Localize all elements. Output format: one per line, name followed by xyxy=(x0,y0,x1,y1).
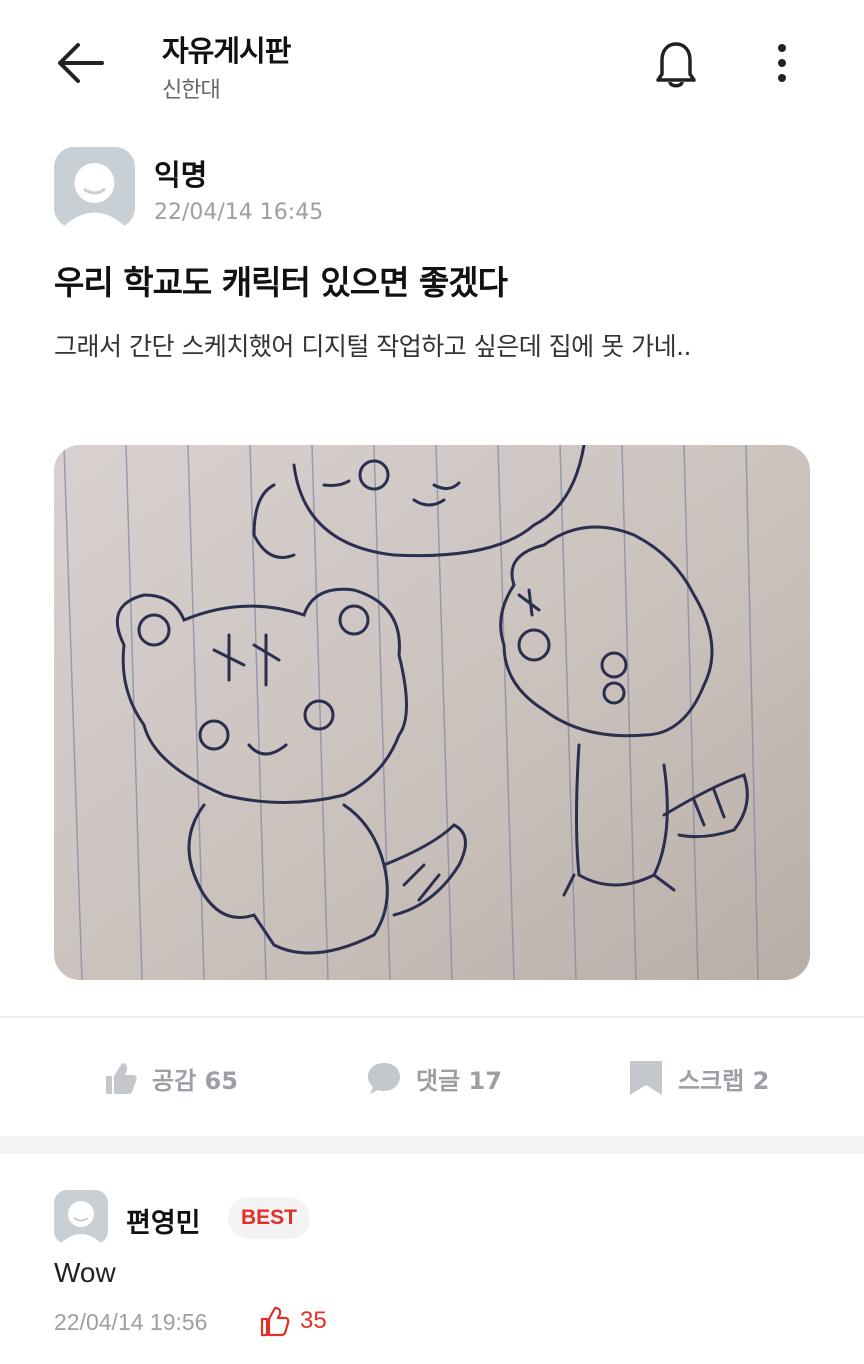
thumbs-up-icon xyxy=(106,1063,137,1094)
author-avatar xyxy=(54,147,135,228)
board-subtitle: 신한대 xyxy=(162,78,221,103)
comment-label: 댓글 17 xyxy=(416,1066,502,1095)
section-separator xyxy=(0,1136,864,1154)
post-title: 우리 학교도 캐릭터 있으면 좋겠다 xyxy=(54,263,508,302)
comment-button[interactable]: 댓글 17 xyxy=(366,1055,502,1101)
post-date: 22/04/14 16:45 xyxy=(154,200,324,225)
more-vertical-icon[interactable] xyxy=(762,40,802,86)
comment-bubble-icon xyxy=(368,1063,400,1094)
comment-avatar xyxy=(54,1190,108,1244)
app-header: 자유게시판 신한대 xyxy=(0,0,864,130)
scrap-button[interactable]: 스크랩 2 xyxy=(628,1055,769,1101)
comment-date: 22/04/14 19:56 xyxy=(54,1309,208,1335)
board-title: 자유게시판 xyxy=(162,34,291,68)
thumbs-up-icon xyxy=(260,1306,290,1337)
back-arrow-icon[interactable] xyxy=(52,38,108,88)
scrap-label: 스크랩 2 xyxy=(678,1066,770,1095)
comment-like-count: 35 xyxy=(300,1307,327,1334)
divider xyxy=(0,1016,864,1018)
comment-text: Wow xyxy=(54,1257,116,1288)
like-label: 공감 65 xyxy=(152,1066,238,1095)
best-badge: BEST xyxy=(228,1197,310,1239)
bookmark-icon xyxy=(630,1061,662,1095)
post-author: 익명 xyxy=(154,158,208,192)
post-body: 그래서 간단 스케치했어 디지털 작업하고 싶은데 집에 못 가네.. xyxy=(54,332,691,361)
comment-author: 편영민 xyxy=(126,1208,201,1239)
like-button[interactable]: 공감 65 xyxy=(102,1055,238,1101)
bell-icon[interactable] xyxy=(648,36,704,92)
post-image[interactable] xyxy=(54,445,810,980)
comment-like-button[interactable]: 35 xyxy=(258,1305,327,1337)
